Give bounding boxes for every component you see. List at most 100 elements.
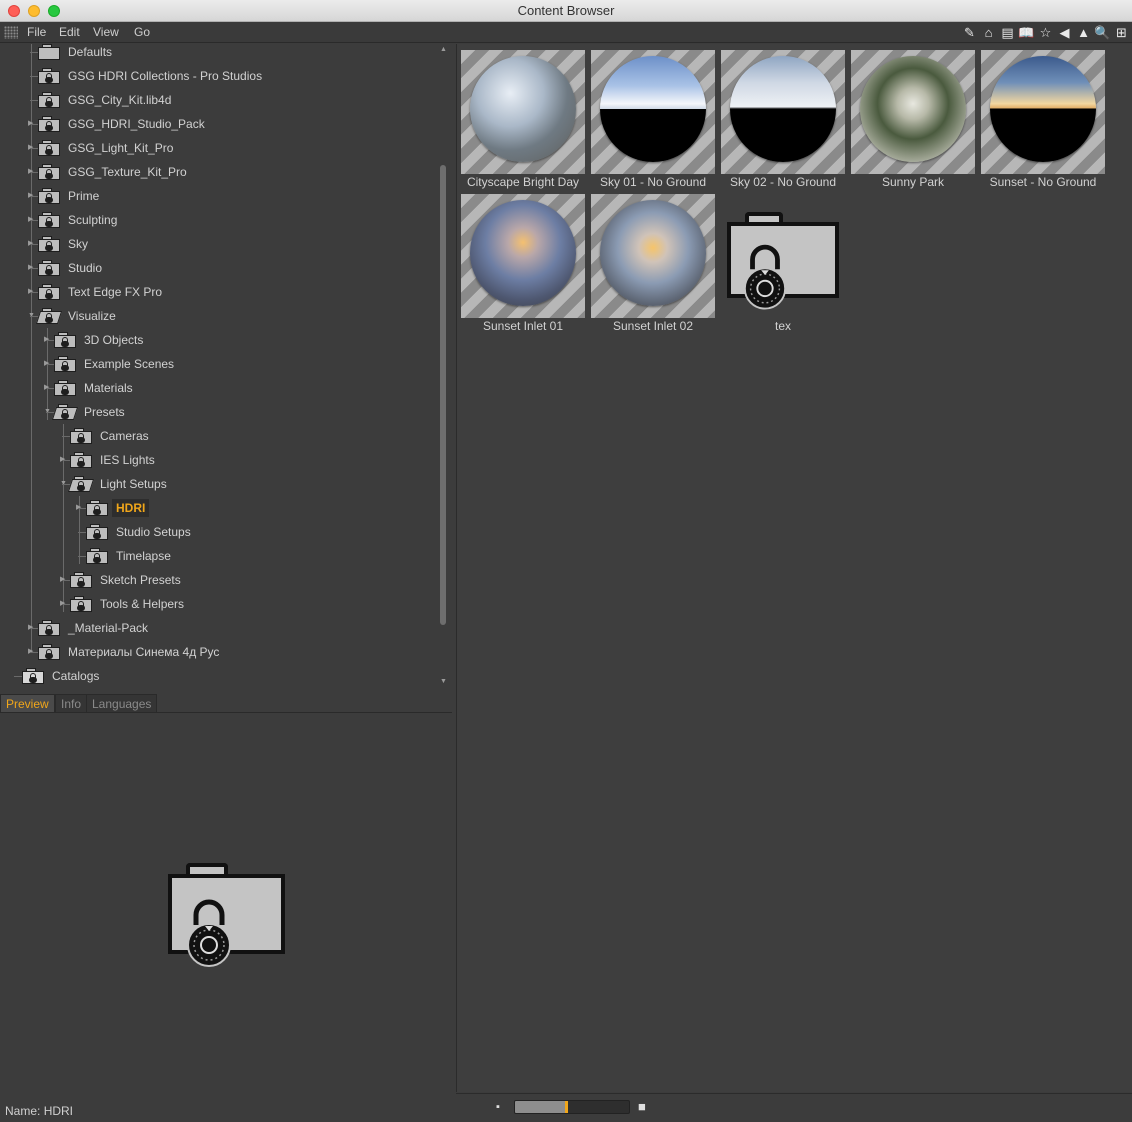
scroll-up-icon[interactable]: ▲ <box>440 46 447 53</box>
tab-preview[interactable]: Preview <box>0 694 55 713</box>
tree-item[interactable]: GSG_City_Kit.lib4d <box>30 88 172 112</box>
hdri-thumbnail[interactable]: Sky 02 - No Ground <box>721 50 845 189</box>
jar-icon[interactable]: ▤ <box>999 24 1016 41</box>
scroll-down-icon[interactable]: ▼ <box>440 678 447 685</box>
tree-item[interactable]: ▶_Material-Pack <box>28 616 149 640</box>
tree-item[interactable]: ▶IES Lights <box>60 448 155 472</box>
back-arrow-icon[interactable]: ◀ <box>1056 24 1073 41</box>
tree-item[interactable]: Timelapse <box>78 544 171 568</box>
tree-item[interactable]: ▶HDRI <box>76 496 150 520</box>
book-icon[interactable]: 📖 <box>1018 24 1035 41</box>
tree-item[interactable]: ▼Visualize <box>28 304 116 328</box>
small-thumbnail-icon[interactable]: ▪ <box>496 1101 500 1113</box>
tree-item[interactable]: ▶Prime <box>28 184 99 208</box>
tree-item[interactable]: ▶Studio <box>28 256 102 280</box>
tree-item[interactable]: ▶Материалы Синема 4д Рус <box>28 640 220 664</box>
folder-thumbnail[interactable]: tex <box>721 194 845 333</box>
locked-folder-icon <box>38 164 60 180</box>
menu-file[interactable]: File <box>27 25 46 39</box>
hdri-thumbnail[interactable]: Sky 01 - No Ground <box>591 50 715 189</box>
locked-folder-icon <box>86 548 108 564</box>
tree-item[interactable]: ▶Text Edge FX Pro <box>28 280 162 304</box>
star-icon[interactable]: ☆ <box>1037 24 1054 41</box>
preview-pane <box>0 713 452 1103</box>
tree-item[interactable]: ▶Example Scenes <box>44 352 174 376</box>
zoom-slider[interactable] <box>514 1100 630 1114</box>
tree-item[interactable]: ▼Light Setups <box>60 472 167 496</box>
thumbnail-label: Cityscape Bright Day <box>466 175 580 189</box>
tree-scroll-thumb[interactable] <box>440 165 446 625</box>
folder-tree: Defaults GSG HDRI Collections - Pro Studi… <box>0 44 452 689</box>
tree-item-label: Sketch Presets <box>100 573 181 587</box>
large-thumbnail-icon[interactable]: ■ <box>638 1099 646 1114</box>
locked-folder-icon <box>38 68 60 84</box>
tree-item-label: Cameras <box>100 429 149 443</box>
home-icon[interactable]: ⌂ <box>980 24 997 41</box>
tree-item[interactable]: ▶Sculpting <box>28 208 117 232</box>
open-folder-icon <box>67 476 95 492</box>
search-icon[interactable]: 🔍 <box>1094 24 1111 41</box>
edit-icon[interactable]: ✎ <box>961 24 978 41</box>
tree-item-label: Studio Setups <box>116 525 191 539</box>
tree-guide-line <box>31 44 32 652</box>
forward-arrow-icon[interactable]: ▲ <box>1075 24 1092 41</box>
hdri-thumbnail[interactable]: Sunset Inlet 02 <box>591 194 715 333</box>
hdri-sphere-image <box>600 200 706 306</box>
locked-folder-icon <box>38 188 60 204</box>
grip-icon[interactable] <box>4 26 18 39</box>
tree-item[interactable]: ▼Presets <box>44 400 125 424</box>
open-folder-icon <box>51 404 79 420</box>
locked-folder-icon <box>38 92 60 108</box>
thumbnail-label: Sky 02 - No Ground <box>729 175 837 189</box>
name-value: HDRI <box>43 1104 74 1118</box>
tree-item[interactable]: ▶Materials <box>44 376 133 400</box>
tree-item[interactable]: ▶GSG_Light_Kit_Pro <box>28 136 173 160</box>
zoom-slider-handle[interactable] <box>565 1101 569 1113</box>
tree-item[interactable]: ▶Sketch Presets <box>60 568 181 592</box>
thumbnail-image <box>461 50 585 174</box>
locked-folder-icon <box>38 236 60 252</box>
locked-folder-icon <box>86 524 108 540</box>
hdri-thumbnail[interactable]: Sunset Inlet 01 <box>461 194 585 333</box>
tree-item[interactable]: Defaults <box>30 44 112 64</box>
tree-item[interactable]: ▶3D Objects <box>44 328 143 352</box>
hdri-sphere-image <box>600 56 706 162</box>
tab-languages[interactable]: Languages <box>86 694 158 713</box>
tree-item[interactable]: Studio Setups <box>78 520 191 544</box>
tree-item[interactable]: ▶Tools & Helpers <box>60 592 184 616</box>
tab-info[interactable]: Info <box>55 694 88 713</box>
locked-folder-icon <box>54 380 76 396</box>
locked-folder-icon <box>70 452 92 468</box>
tree-item-label: Sky <box>68 237 89 251</box>
hdri-thumbnail[interactable]: Sunset - No Ground <box>981 50 1105 189</box>
name-label: Name: <box>5 1104 41 1118</box>
tree-item[interactable]: GSG HDRI Collections - Pro Studios <box>30 64 263 88</box>
tree-item[interactable]: ▶GSG_HDRI_Studio_Pack <box>28 112 205 136</box>
hdri-thumbnail[interactable]: Sunny Park <box>851 50 975 189</box>
tree-item-label: Материалы Синема 4д Рус <box>68 645 220 659</box>
menu-view[interactable]: View <box>93 25 119 39</box>
tree-item[interactable]: ▶GSG_Texture_Kit_Pro <box>28 160 187 184</box>
tree-item[interactable]: Cameras <box>62 424 149 448</box>
catalog-icon <box>22 668 44 684</box>
thumbnail-image <box>851 50 975 174</box>
hdri-thumbnail[interactable]: Cityscape Bright Day <box>461 50 585 189</box>
tree-item-label: GSG HDRI Collections - Pro Studios <box>68 69 263 83</box>
thumbnail-image <box>721 50 845 174</box>
tree-item[interactable]: Catalogs <box>14 664 99 688</box>
locked-folder-icon <box>70 596 92 612</box>
locked-folder-icon <box>38 620 60 636</box>
locked-folder-icon <box>86 500 108 516</box>
tree-item-label: _Material-Pack <box>68 621 149 635</box>
tree-item-label: GSG_City_Kit.lib4d <box>68 93 172 107</box>
add-icon[interactable]: ⊞ <box>1113 24 1130 41</box>
preview-tabs: Preview Info Languages <box>0 692 452 713</box>
tree-item[interactable]: ▶Sky <box>28 232 89 256</box>
menu-edit[interactable]: Edit <box>59 25 80 39</box>
thumbnail-image <box>461 194 585 318</box>
tree-item-label: Materials <box>84 381 133 395</box>
thumbnail-label: Sunny Park <box>881 175 945 189</box>
locked-folder-icon <box>38 644 60 660</box>
tree-item-label: Presets <box>84 405 125 419</box>
menu-go[interactable]: Go <box>134 25 150 39</box>
